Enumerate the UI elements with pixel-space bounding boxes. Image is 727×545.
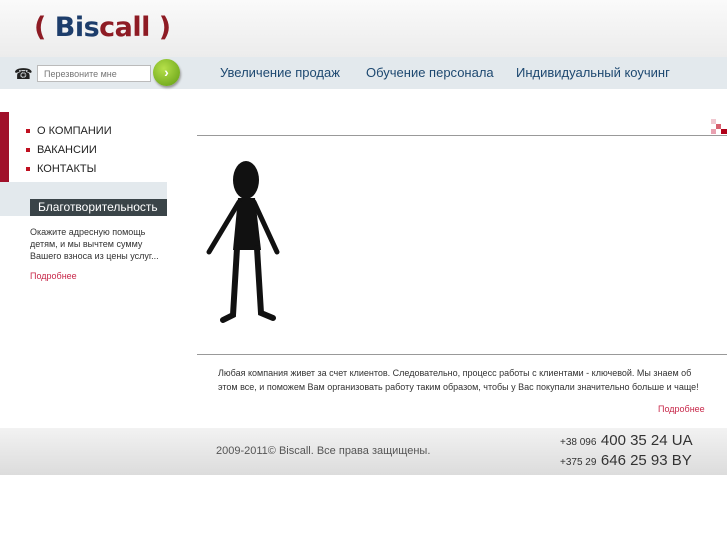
bullet-icon <box>26 128 30 133</box>
phone-prefix: +38 096 <box>560 437 597 448</box>
logo[interactable]: ( Biscall ) <box>34 12 171 43</box>
header: ( Biscall ) <box>0 0 727 57</box>
callback-submit-button[interactable]: › <box>153 59 180 86</box>
arrow-right-icon: › <box>164 64 169 80</box>
footer: 2009-2011© Biscall. Все права защищены. … <box>0 428 727 475</box>
charity-more-link[interactable]: Подробнее <box>30 271 77 281</box>
menu-item-vacancies[interactable]: ВАКАНСИИ <box>26 140 112 159</box>
menu-label: ВАКАНСИИ <box>37 143 97 156</box>
divider <box>197 354 727 355</box>
phone-icon: ☎ <box>14 66 33 83</box>
menu-item-company[interactable]: О КОМПАНИИ <box>26 121 112 140</box>
nav-coaching[interactable]: Индивидуальный коучинг <box>516 65 670 80</box>
main-more-link[interactable]: Подробнее <box>658 404 705 414</box>
side-menu: О КОМПАНИИ ВАКАНСИИ КОНТАКТЫ <box>26 121 112 178</box>
menu-label: КОНТАКТЫ <box>37 162 97 175</box>
copyright: 2009-2011© Biscall. Все права защищены. <box>216 445 431 457</box>
bullet-icon <box>26 166 30 171</box>
menu-item-contacts[interactable]: КОНТАКТЫ <box>26 159 112 178</box>
callback-input[interactable] <box>37 65 151 82</box>
phone-number: 400 35 24 UA <box>600 432 693 449</box>
checker-decoration <box>711 119 727 134</box>
phone-prefix: +375 29 <box>560 457 597 468</box>
charity-title: Благотворительность <box>30 199 167 216</box>
nav-sales[interactable]: Увеличение продаж <box>220 65 340 80</box>
phone-list: +38 096 400 35 24 UA +375 29 646 25 93 B… <box>560 432 693 472</box>
bullet-icon <box>26 147 30 152</box>
charity-block: Окажите адресную помощь детям, и мы вычт… <box>30 226 170 282</box>
menu-label: О КОМПАНИИ <box>37 124 112 137</box>
divider <box>197 135 727 136</box>
phone-by: +375 29 646 25 93 BY <box>560 452 693 472</box>
nav-training[interactable]: Обучение персонала <box>366 65 494 80</box>
intro-text: Любая компания живет за счет клиентов. С… <box>218 368 699 392</box>
navbar: ☎ › Увеличение продаж Обучение персонала… <box>0 57 727 89</box>
phone-ua: +38 096 400 35 24 UA <box>560 432 693 452</box>
phone-number: 646 25 93 BY <box>600 452 692 469</box>
charity-text: Окажите адресную помощь детям, и мы вычт… <box>30 227 159 261</box>
stick-figure-illustration <box>206 161 280 323</box>
menu-accent-bar <box>0 112 9 182</box>
